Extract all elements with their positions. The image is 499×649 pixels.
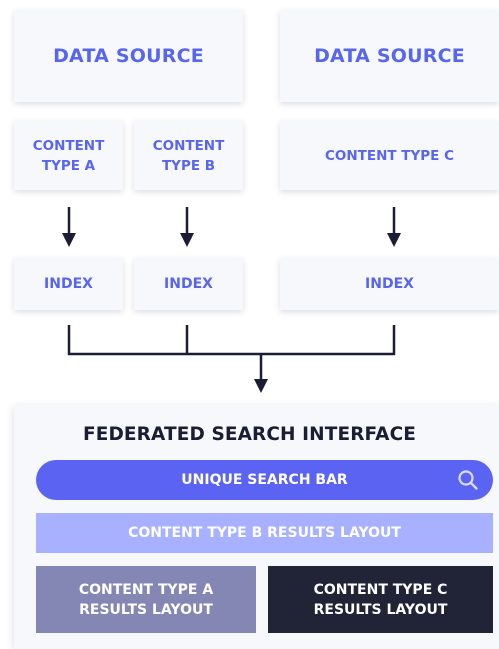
- arrow-a-head: [62, 233, 76, 247]
- content-type-c-results-layout: CONTENT TYPE C RESULTS LAYOUT: [268, 566, 493, 633]
- arrow-b-head: [180, 233, 194, 247]
- merge-bracket: [67, 325, 396, 356]
- arrow-interface-head: [254, 379, 268, 393]
- layout-a-label: CONTENT TYPE A RESULTS LAYOUT: [78, 581, 214, 618]
- search-icon[interactable]: [457, 469, 479, 491]
- content-type-a-results-layout: CONTENT TYPE A RESULTS LAYOUT: [36, 566, 256, 633]
- panel-title: FEDERATED SEARCH INTERFACE: [83, 424, 416, 445]
- layout-b-label: CONTENT TYPE B RESULTS LAYOUT: [128, 525, 401, 541]
- search-bar-label: UNIQUE SEARCH BAR: [181, 472, 348, 488]
- arrow-c-head: [387, 233, 401, 247]
- search-bar[interactable]: UNIQUE SEARCH BAR: [36, 460, 493, 500]
- layout-c-label: CONTENT TYPE C RESULTS LAYOUT: [313, 581, 448, 618]
- content-type-b-results-layout: CONTENT TYPE B RESULTS LAYOUT: [36, 513, 493, 553]
